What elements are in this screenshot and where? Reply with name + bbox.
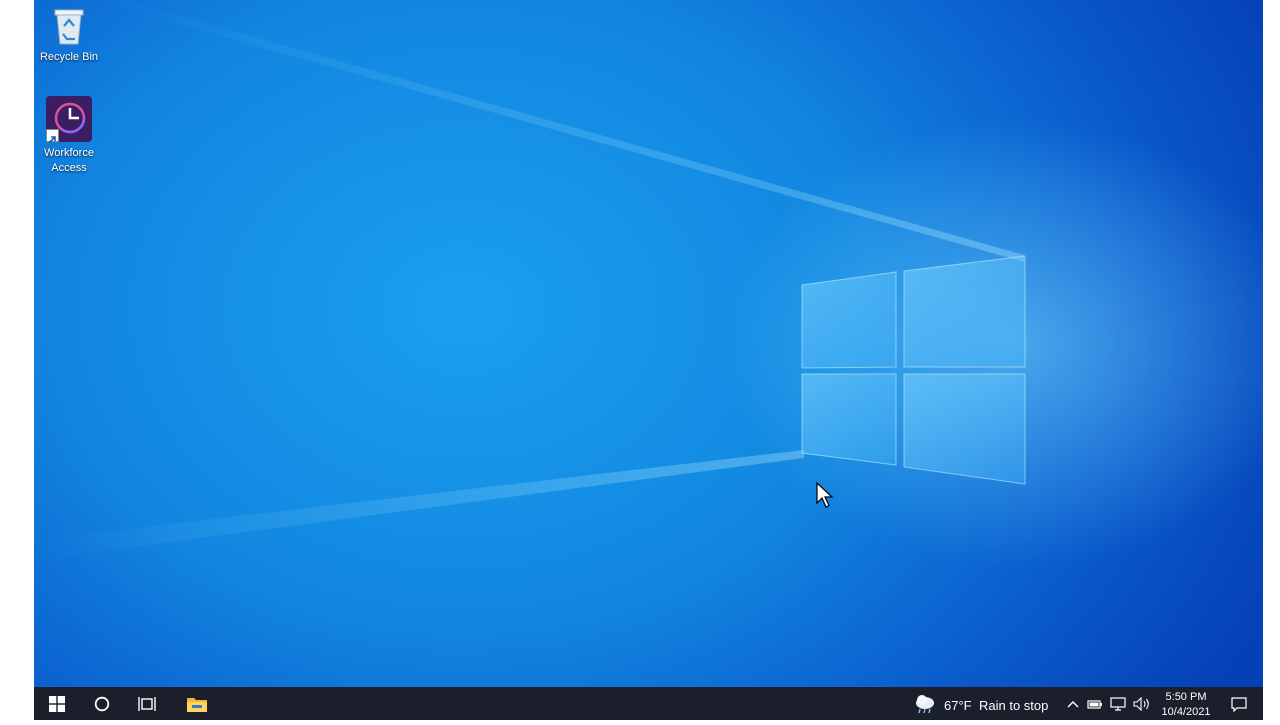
task-view-icon <box>138 696 156 711</box>
desktop[interactable]: Recycle Bin Workforce Access <box>34 0 1263 687</box>
screen-margin <box>1263 0 1280 720</box>
wallpaper-light-beams <box>34 0 1026 560</box>
network-icon <box>1110 696 1126 711</box>
rain-cloud-icon <box>916 695 934 714</box>
workforce-access-icon <box>46 96 92 144</box>
recycle-bin-label: Recycle Bin <box>39 51 99 63</box>
taskbar: 67°F Rain to stop 5:50 PM 10/4/2021 <box>34 687 1263 720</box>
start-button[interactable] <box>44 687 70 720</box>
weather-temperature: 67°F <box>944 698 972 713</box>
mouse-cursor-icon <box>816 481 834 508</box>
battery-icon <box>1087 699 1102 709</box>
workforce-access-label-line1: Workforce <box>44 147 94 159</box>
battery-status[interactable] <box>1086 687 1104 720</box>
action-center-button[interactable] <box>1228 687 1250 720</box>
desktop-icon-recycle-bin[interactable]: Recycle Bin <box>34 2 104 65</box>
clock-time: 5:50 PM <box>1165 691 1207 703</box>
weather-widget[interactable]: 67°F Rain to stop <box>914 687 1054 720</box>
workforce-access-label-line2: Access <box>51 162 87 174</box>
task-view-button[interactable] <box>135 687 159 720</box>
chevron-up-icon <box>1067 700 1079 707</box>
taskbar-file-explorer[interactable] <box>184 687 210 720</box>
recycle-bin-icon <box>54 9 84 45</box>
windows-logo-icon <box>49 695 65 712</box>
volume-control[interactable] <box>1132 687 1152 720</box>
shortcut-arrow-icon <box>46 129 59 144</box>
cortana-circle-icon <box>94 696 110 711</box>
taskbar-clock[interactable]: 5:50 PM 10/4/2021 <box>1158 687 1214 720</box>
network-status[interactable] <box>1109 687 1127 720</box>
desktop-icon-workforce-access[interactable]: Workforce Access <box>34 96 104 176</box>
show-hidden-icons-button[interactable] <box>1064 687 1082 720</box>
volume-icon <box>1133 696 1149 711</box>
file-explorer-icon <box>187 697 207 712</box>
clock-date: 10/4/2021 <box>1161 706 1211 718</box>
search-button[interactable] <box>90 687 114 720</box>
weather-condition: Rain to stop <box>979 698 1049 713</box>
action-center-icon <box>1231 696 1247 712</box>
